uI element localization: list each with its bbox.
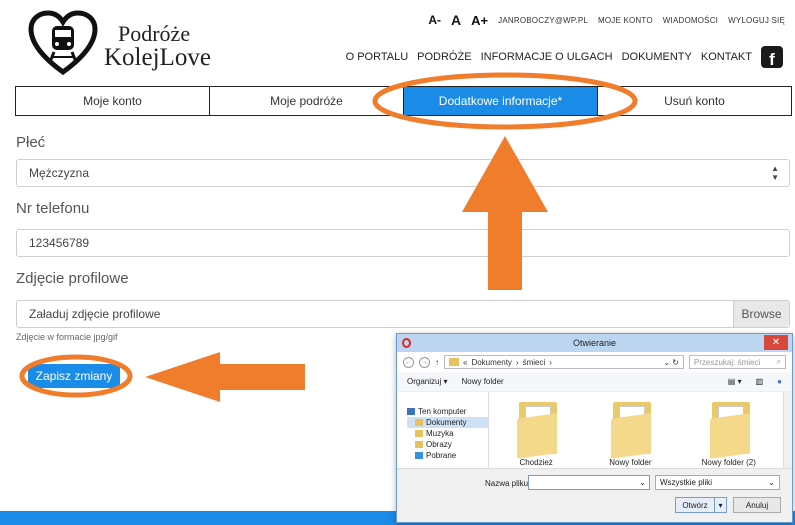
save-button[interactable]: Zapisz zmiany [28, 364, 120, 388]
tree-item-downloads[interactable]: Pobrane [407, 450, 488, 461]
up-level-icon[interactable]: ↑ [435, 358, 439, 367]
nav-documents[interactable]: DOKUMENTY [622, 51, 692, 63]
back-icon[interactable]: ← [403, 356, 414, 368]
refresh-icon[interactable]: ⌄ ↻ [663, 358, 683, 367]
font-decrease-button[interactable]: A- [428, 13, 441, 27]
photo-file-input[interactable]: Załaduj zdjęcie profilowe Browse [16, 300, 790, 328]
select-arrows-icon: ▲ ▼ [771, 164, 779, 182]
file-list-scrollbar[interactable] [783, 392, 792, 470]
list-item[interactable]: Nowy folder (2) [702, 398, 756, 470]
gender-select-value: Mężczyzna [29, 166, 90, 180]
path-breadcrumb[interactable]: « Dokumenty › śmieci › ⌄ ↻ [444, 355, 684, 369]
new-folder-button[interactable]: Nowy folder [461, 377, 503, 386]
user-email-link[interactable]: JANROBOCZY@WP.PL [498, 16, 588, 25]
view-options-icon[interactable]: ▤ ▾ [728, 377, 742, 386]
folder-icon [607, 398, 653, 459]
photo-file-placeholder: Załaduj zdjęcie profilowe [29, 307, 161, 321]
path-separator-icon: › [549, 357, 552, 367]
phone-label: Nr telefonu [16, 200, 90, 217]
tab-my-account[interactable]: Moje konto [16, 87, 210, 115]
path-smieci[interactable]: śmieci [523, 358, 546, 367]
opera-logo-icon [402, 338, 411, 348]
forward-icon[interactable]: → [419, 356, 430, 368]
search-icon: ⌕ [776, 357, 781, 366]
computer-icon [407, 408, 415, 415]
nav-trips[interactable]: PODRÓŻE [417, 51, 471, 63]
tab-my-trips[interactable]: Moje podróże [210, 87, 404, 115]
phone-input-value: 123456789 [29, 236, 90, 250]
font-increase-button[interactable]: A+ [471, 13, 488, 28]
file-open-dialog: Otwieranie ✕ ← → ↑ « Dokumenty › śmieci … [396, 333, 793, 523]
open-button[interactable]: Otwórz ▾ [675, 497, 727, 513]
path-documents[interactable]: Dokumenty [471, 358, 511, 367]
photo-label: Zdjęcie profilowe [16, 270, 129, 287]
dialog-body: Ten komputer Dokumenty Muzyka Obrazy Pob… [397, 392, 792, 470]
file-name: Chodzież [519, 458, 553, 467]
folder-icon [706, 398, 752, 459]
downloads-folder-icon [415, 452, 423, 459]
nav-contact[interactable]: KONTAKT [701, 51, 752, 63]
browse-button[interactable]: Browse [733, 301, 789, 327]
dialog-footer: Nazwa pliku: ⌄ Wszystkie pliki ⌄ Otwórz … [397, 468, 792, 522]
help-icon[interactable]: ● [777, 377, 782, 386]
logout-link[interactable]: WYLOGUJ SIĘ [728, 16, 785, 25]
gender-select[interactable]: Mężczyzna ▲ ▼ [16, 159, 790, 187]
account-tabs: Moje konto Moje podróże Dodatkowe inform… [15, 86, 792, 116]
facebook-icon[interactable]: f [761, 46, 783, 68]
music-folder-icon [415, 430, 423, 437]
folder-icon [415, 419, 423, 426]
folder-icon [449, 358, 459, 366]
filetype-select[interactable]: Wszystkie pliki ⌄ [655, 475, 780, 490]
dialog-close-icon[interactable]: ✕ [764, 335, 788, 350]
nav-discounts[interactable]: INFORMACJE O ULGACH [481, 51, 613, 63]
path-prefix: « [463, 357, 468, 367]
dialog-titlebar[interactable]: Otwieranie ✕ [397, 334, 792, 352]
path-separator-icon: › [515, 357, 519, 367]
left-arrow-icon [145, 352, 305, 402]
logo-text[interactable]: Podróże KolejLove [104, 21, 211, 71]
filename-input[interactable]: ⌄ [528, 475, 650, 490]
file-list: Chodzież Nowy folder Nowy folder (2) [489, 392, 792, 470]
preview-pane-icon[interactable]: ▥ [756, 377, 764, 386]
tree-item-pictures[interactable]: Obrazy [407, 439, 488, 450]
folder-tree: Ten komputer Dokumenty Muzyka Obrazy Pob… [397, 392, 489, 470]
open-split-arrow-icon[interactable]: ▾ [714, 498, 726, 512]
logo-heart-train-icon [28, 10, 98, 76]
pictures-folder-icon [415, 441, 423, 448]
search-placeholder: Przeszukaj: śmieci [694, 357, 761, 367]
chevron-down-icon[interactable]: ⌄ [639, 478, 646, 487]
file-name: Nowy folder [609, 458, 652, 467]
nav-about[interactable]: O PORTALU [346, 51, 409, 63]
list-item[interactable]: Chodzież [513, 398, 559, 470]
list-item[interactable]: Nowy folder [607, 398, 653, 470]
filetype-value: Wszystkie pliki [660, 478, 713, 487]
tree-item-this-pc[interactable]: Ten komputer [407, 406, 488, 417]
folder-icon [513, 398, 559, 459]
tab-delete-account[interactable]: Usuń konto [598, 87, 791, 115]
messages-link[interactable]: WIADOMOŚCI [663, 16, 718, 25]
logo-line1: Podróże [118, 21, 191, 46]
file-name: Nowy folder (2) [701, 458, 756, 467]
chevron-down-icon: ⌄ [768, 478, 775, 487]
tree-item-music[interactable]: Muzyka [407, 428, 488, 439]
filename-label: Nazwa pliku: [485, 479, 531, 488]
dialog-title: Otwieranie [572, 338, 617, 348]
main-nav: O PORTALU PODRÓŻE INFORMACJE O ULGACH DO… [346, 46, 783, 68]
top-bar: A- A A+ JANROBOCZY@WP.PL MOJE KONTO WIAD… [428, 12, 785, 28]
phone-input[interactable]: 123456789 [16, 229, 790, 257]
dialog-search-input[interactable]: Przeszukaj: śmieci ⌕ [689, 355, 786, 369]
gender-label: Płeć [16, 134, 46, 151]
dialog-address-bar: ← → ↑ « Dokumenty › śmieci › ⌄ ↻ Przeszu… [397, 352, 792, 372]
dialog-toolbar: Organizuj ▾ Nowy folder ▤ ▾ ▥ ● [397, 372, 792, 392]
logo-line2: KolejLove [104, 44, 211, 71]
photo-format-hint: Zdjęcie w formacie jpg/gif [16, 332, 118, 342]
font-normal-button[interactable]: A [451, 12, 461, 28]
open-button-label: Otwórz [682, 500, 708, 510]
tree-item-documents[interactable]: Dokumenty [407, 417, 488, 428]
my-account-link[interactable]: MOJE KONTO [598, 16, 653, 25]
organize-menu[interactable]: Organizuj ▾ [407, 377, 447, 386]
tab-additional-info[interactable]: Dodatkowe informacje* [404, 87, 598, 115]
cancel-button[interactable]: Anuluj [733, 497, 781, 513]
